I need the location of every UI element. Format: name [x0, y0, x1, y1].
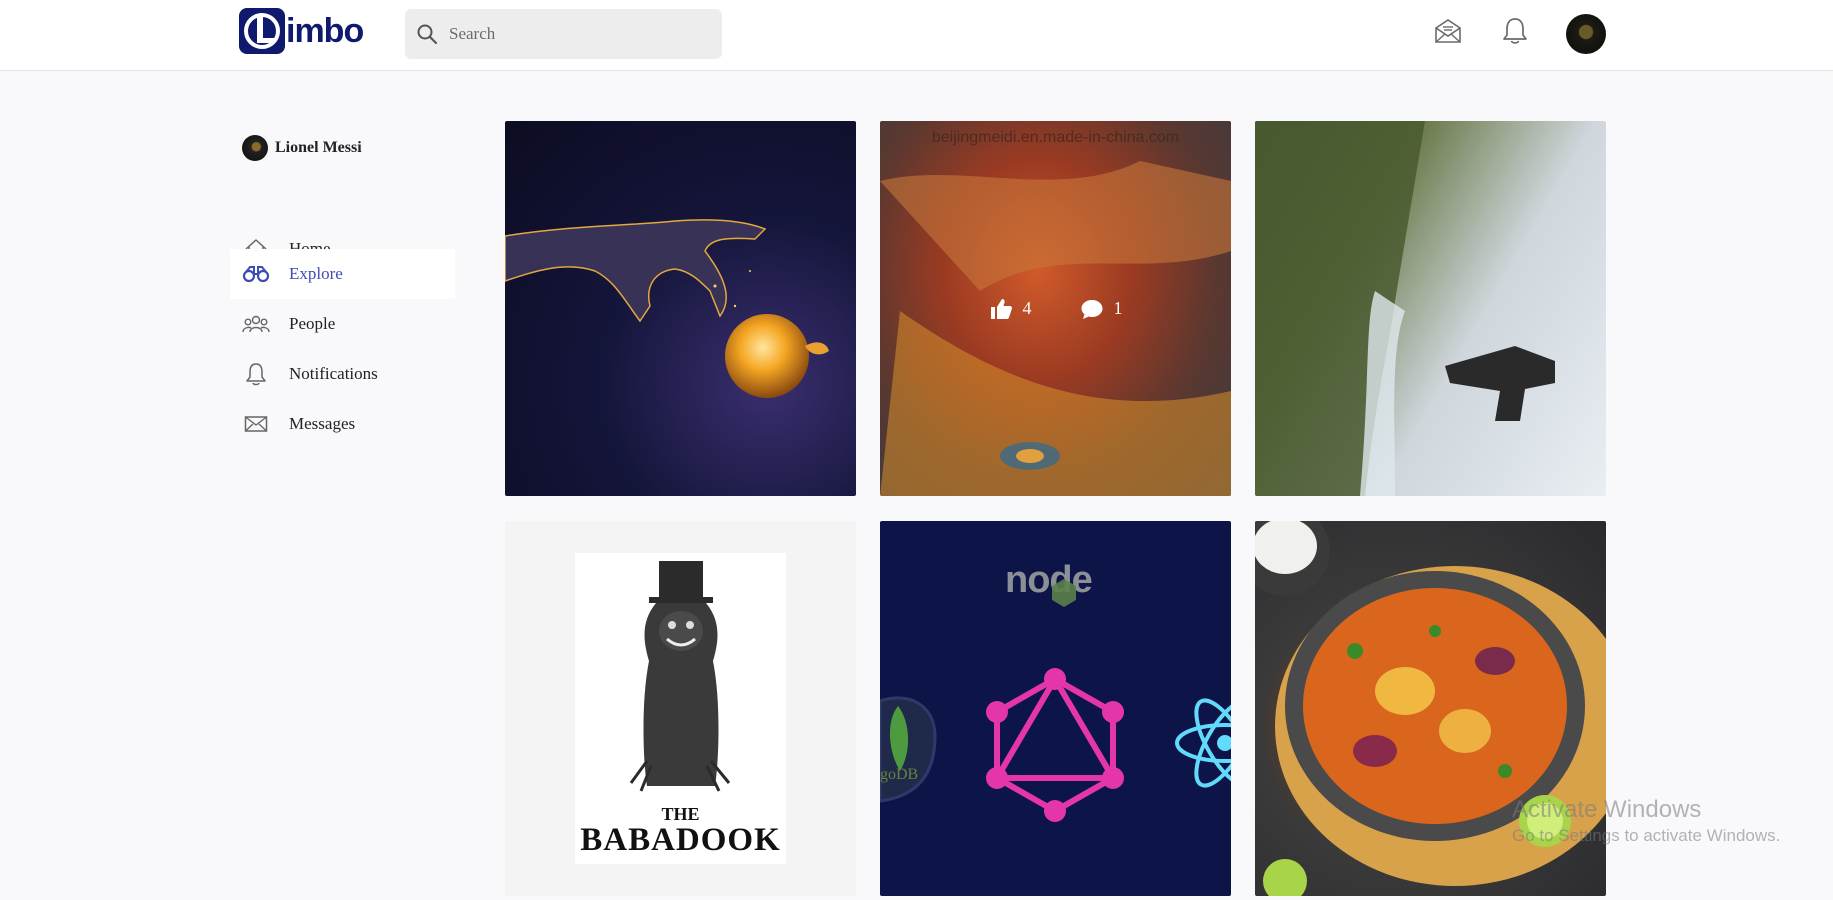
- comments-stat[interactable]: 1: [1080, 298, 1123, 320]
- top-navbar: imbo: [0, 0, 1833, 71]
- sidebar-item-messages[interactable]: Messages: [230, 399, 455, 449]
- search-icon: [417, 24, 438, 45]
- explore-post-image[interactable]: node goDB: [880, 521, 1231, 896]
- explore-post-image[interactable]: THE BABADOOK: [505, 521, 856, 896]
- logo-mark: [239, 8, 285, 54]
- windows-activation-watermark: Activate Windows Go to Settings to activ…: [1512, 796, 1780, 846]
- graphql-icon: [991, 673, 1119, 815]
- activation-subtitle: Go to Settings to activate Windows.: [1512, 826, 1781, 845]
- bell-icon: [242, 362, 270, 386]
- envelope-icon: [242, 415, 270, 433]
- bell-icon[interactable]: [1498, 14, 1532, 48]
- sidebar-item-label: Notifications: [289, 364, 378, 383]
- likes-count: 4: [1022, 298, 1032, 318]
- messages-icon[interactable]: [1431, 14, 1465, 48]
- avatar[interactable]: [1566, 14, 1606, 54]
- comments-count: 1: [1113, 298, 1123, 318]
- logo-text: imbo: [286, 11, 364, 50]
- sidebar-item-people[interactable]: People: [230, 299, 455, 349]
- mongodb-logo-text: goDB: [880, 766, 919, 783]
- explore-post-image[interactable]: [1255, 121, 1606, 496]
- sidebar-item-label: People: [289, 314, 336, 333]
- binoculars-icon: [242, 265, 270, 283]
- people-icon: [242, 314, 270, 334]
- app-logo[interactable]: imbo: [239, 8, 364, 54]
- activation-title: Activate Windows: [1512, 796, 1702, 823]
- sidebar-item-label: Explore: [289, 264, 343, 283]
- search-input[interactable]: [449, 24, 709, 44]
- avatar: [242, 135, 268, 161]
- explore-post-image[interactable]: [505, 121, 856, 496]
- sidebar-profile[interactable]: Lionel Messi: [242, 135, 362, 161]
- likes-stat[interactable]: 4: [989, 297, 1032, 321]
- explore-post-image[interactable]: beijingmeidi.en.made-in-china.com 4 1: [880, 121, 1231, 496]
- sidebar-item-notifications[interactable]: Notifications: [230, 349, 455, 399]
- sidebar-item-label: Messages: [289, 414, 356, 433]
- movie-poster: THE BABADOOK: [575, 553, 786, 864]
- sidebar-item-explore[interactable]: Explore: [230, 249, 455, 299]
- post-hover-overlay: 4 1: [880, 121, 1231, 496]
- poster-the: THE: [661, 804, 700, 825]
- thumbs-up-icon: [990, 298, 1012, 319]
- profile-name: Lionel Messi: [275, 139, 362, 156]
- search-bar[interactable]: [405, 9, 722, 59]
- poster-title: BABADOOK: [580, 822, 781, 859]
- comment-icon: [1081, 299, 1102, 319]
